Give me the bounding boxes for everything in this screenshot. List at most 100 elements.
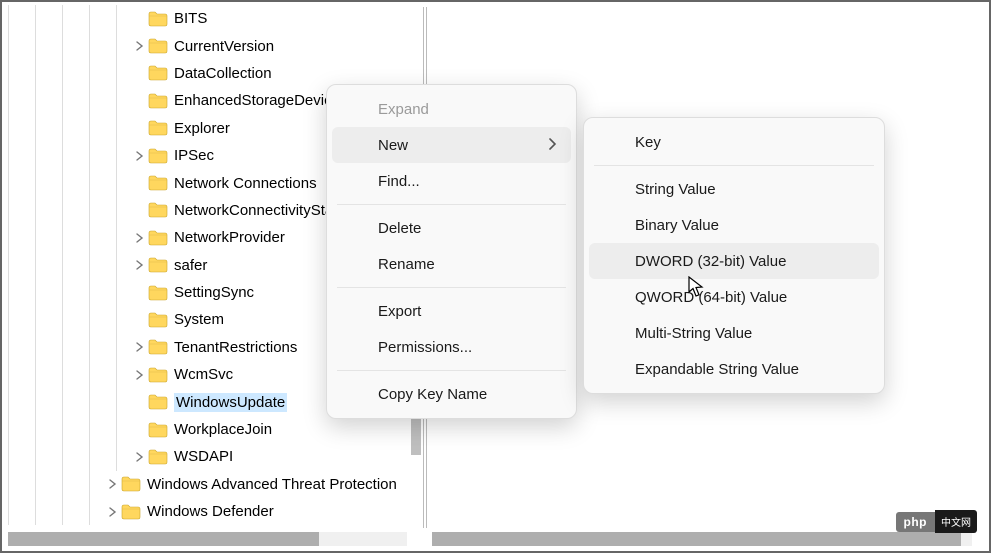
tree-indent-guides [5, 5, 130, 32]
tree-item[interactable]: BITS [5, 5, 421, 32]
tree-indent-guides [5, 443, 130, 470]
menu-item-expand: Expand [332, 91, 571, 127]
menu-item-label: Copy Key Name [378, 386, 487, 403]
folder-icon [121, 504, 141, 520]
folder-icon [148, 120, 168, 136]
tree-item-label: System [174, 310, 224, 329]
folder-icon [148, 394, 168, 410]
menu-item-new-key[interactable]: Key [589, 124, 879, 160]
tree-expander-icon[interactable] [103, 507, 121, 517]
menu-item-permissions[interactable]: Permissions... [332, 329, 571, 365]
tree-expander-icon[interactable] [103, 479, 121, 489]
menu-item-new[interactable]: New [332, 127, 571, 163]
values-horizontal-scroll-thumb[interactable] [432, 532, 961, 546]
tree-horizontal-scrollbar[interactable] [8, 532, 407, 546]
tree-indent-guides [5, 60, 130, 87]
tree-item-label: Windows Advanced Threat Protection [147, 475, 397, 494]
watermark-badge: php 中文网 [896, 510, 978, 533]
tree-item-label: WSDAPI [174, 447, 233, 466]
context-menu-main: Expand New Find... Delete Rename Export … [326, 84, 577, 419]
menu-item-label: Export [378, 303, 421, 320]
tree-item[interactable]: WorkplaceJoin [5, 416, 421, 443]
folder-icon [148, 175, 168, 191]
menu-item-label: Rename [378, 256, 435, 273]
tree-indent-guides [5, 32, 130, 59]
menu-item-label: Expandable String Value [635, 361, 799, 378]
badge-text-php: php [896, 512, 936, 532]
menu-item-label: DWORD (32-bit) Value [635, 253, 786, 270]
folder-icon [148, 93, 168, 109]
menu-item-new-binary[interactable]: Binary Value [589, 207, 879, 243]
values-horizontal-scrollbar[interactable] [432, 532, 972, 546]
context-menu-new-submenu: Key String Value Binary Value DWORD (32-… [583, 117, 885, 394]
folder-icon [148, 202, 168, 218]
folder-icon [148, 257, 168, 273]
menu-item-copy-key-name[interactable]: Copy Key Name [332, 376, 571, 412]
folder-icon [148, 339, 168, 355]
menu-separator [337, 287, 566, 288]
menu-item-new-string[interactable]: String Value [589, 171, 879, 207]
menu-item-rename[interactable]: Rename [332, 246, 571, 282]
tree-indent-guides [5, 252, 130, 279]
menu-item-find[interactable]: Find... [332, 163, 571, 199]
tree-indent-guides [5, 169, 130, 196]
tree-expander-icon[interactable] [130, 41, 148, 51]
menu-item-new-qword[interactable]: QWORD (64-bit) Value [589, 279, 879, 315]
chevron-right-icon [549, 138, 557, 153]
tree-indent-guides [5, 416, 130, 443]
menu-item-label: Binary Value [635, 217, 719, 234]
menu-separator [594, 165, 874, 166]
tree-item[interactable]: CurrentVersion [5, 32, 421, 59]
menu-item-label: String Value [635, 181, 716, 198]
tree-indent-guides [5, 498, 103, 525]
tree-indent-guides [5, 388, 130, 415]
menu-item-new-dword[interactable]: DWORD (32-bit) Value [589, 243, 879, 279]
folder-icon [148, 422, 168, 438]
tree-expander-icon[interactable] [130, 370, 148, 380]
tree-item-label: Network Connections [174, 174, 317, 193]
menu-item-new-expandable-string[interactable]: Expandable String Value [589, 351, 879, 387]
tree-expander-icon[interactable] [130, 151, 148, 161]
menu-separator [337, 204, 566, 205]
menu-item-label: Multi-String Value [635, 325, 752, 342]
menu-item-export[interactable]: Export [332, 293, 571, 329]
menu-separator [337, 370, 566, 371]
tree-item[interactable]: Windows Defender [5, 498, 421, 525]
tree-indent-guides [5, 279, 130, 306]
tree-item-label: WindowsUpdate [174, 393, 287, 412]
tree-item-label: WcmSvc [174, 365, 233, 384]
menu-item-label: Find... [378, 173, 420, 190]
tree-indent-guides [5, 224, 130, 251]
tree-item[interactable]: Windows Advanced Threat Protection [5, 471, 421, 498]
tree-indent-guides [5, 306, 130, 333]
folder-icon [148, 230, 168, 246]
menu-item-new-multi-string[interactable]: Multi-String Value [589, 315, 879, 351]
tree-indent-guides [5, 197, 130, 224]
tree-expander-icon[interactable] [130, 452, 148, 462]
tree-item-label: NetworkProvider [174, 228, 285, 247]
folder-icon [148, 148, 168, 164]
tree-indent-guides [5, 361, 130, 388]
tree-item-label: Explorer [174, 119, 230, 138]
tree-indent-guides [5, 115, 130, 142]
tree-item[interactable]: WSDAPI [5, 443, 421, 470]
tree-indent-guides [5, 142, 130, 169]
tree-expander-icon[interactable] [130, 342, 148, 352]
folder-icon [121, 476, 141, 492]
menu-item-label: Permissions... [378, 339, 472, 356]
tree-item-label: EnhancedStorageDevices [174, 91, 347, 110]
menu-item-label: New [378, 137, 408, 154]
tree-indent-guides [5, 334, 130, 361]
tree-indent-guides [5, 87, 130, 114]
tree-item-label: TenantRestrictions [174, 338, 297, 357]
tree-item-label: CurrentVersion [174, 37, 274, 56]
tree-expander-icon[interactable] [130, 260, 148, 270]
menu-item-label: Delete [378, 220, 421, 237]
folder-icon [148, 285, 168, 301]
menu-item-delete[interactable]: Delete [332, 210, 571, 246]
tree-horizontal-scroll-thumb[interactable] [8, 532, 319, 546]
tree-expander-icon[interactable] [130, 233, 148, 243]
tree-item-label: safer [174, 256, 207, 275]
tree-item-label: Windows Defender [147, 502, 274, 521]
folder-icon [148, 312, 168, 328]
